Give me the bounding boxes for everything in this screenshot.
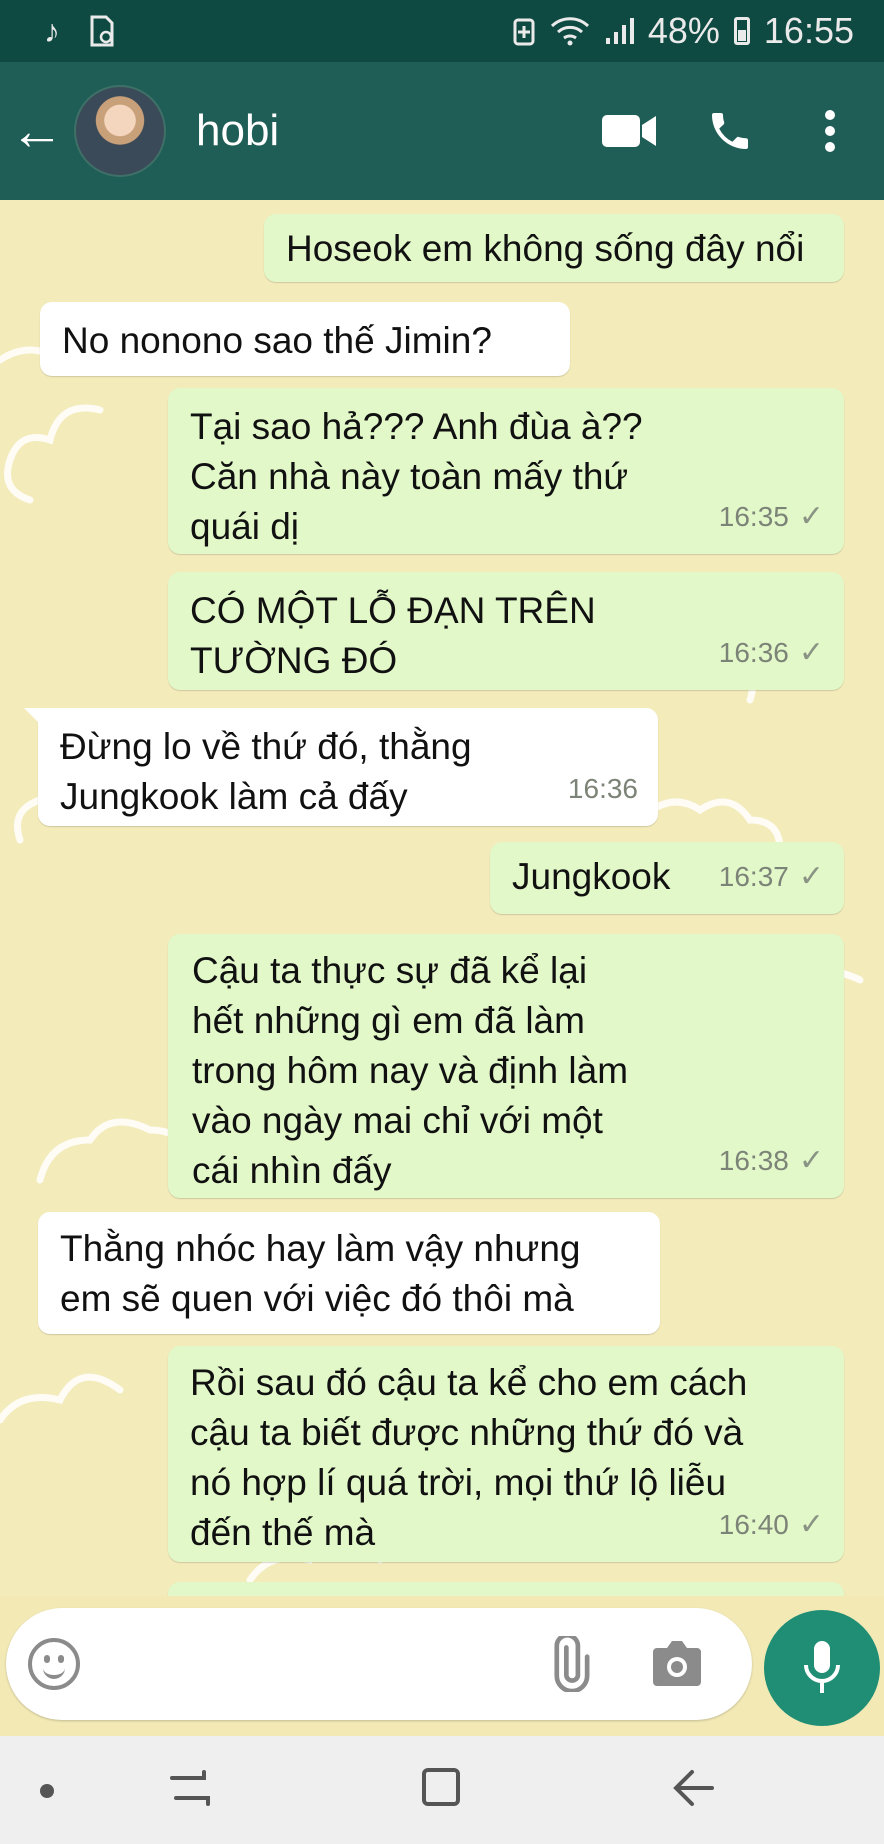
message-meta: 16:36 xyxy=(568,764,638,814)
message-incoming[interactable]: Thằng nhóc hay làm vậy nhưng em sẽ quen … xyxy=(38,1212,660,1334)
wifi-icon xyxy=(550,17,589,46)
music-note-icon: ♪ xyxy=(44,12,60,49)
message-outgoing[interactable]: Jungkook 16:37 ✓ xyxy=(490,842,844,914)
message-time: 16:40 xyxy=(718,1509,789,1540)
more-vert-icon[interactable] xyxy=(800,101,860,161)
message-text: Đừng lo về thứ đó, thằng Jungkook làm cả… xyxy=(60,726,472,817)
sent-check-icon: ✓ xyxy=(798,1508,824,1541)
battery-percent: 48% xyxy=(647,10,720,51)
message-outgoing[interactable]: CÓ MỘT LỖ ĐẠN TRÊN TƯỜNG ĐÓ 16:36 ✓ xyxy=(168,572,844,690)
sent-check-icon: ✓ xyxy=(798,1144,824,1177)
sim-card-icon xyxy=(90,15,114,47)
back-arrow-icon[interactable]: ← xyxy=(10,104,64,158)
message-outgoing-partial[interactable] xyxy=(168,1582,844,1596)
recent-apps-icon[interactable] xyxy=(168,1764,212,1812)
status-time: 16:55 xyxy=(763,10,854,51)
message-text: No nonono sao thế Jimin? xyxy=(62,320,492,361)
message-outgoing[interactable]: Tại sao hả??? Anh đùa à?? Căn nhà này to… xyxy=(168,388,844,554)
status-bar: ♪ 48% 16:55 xyxy=(0,0,884,62)
navigation-bar xyxy=(0,1736,884,1844)
signal-icon xyxy=(605,18,634,44)
message-text: Thằng nhóc hay làm vậy nhưng em sẽ quen … xyxy=(60,1228,581,1319)
message-meta: 16:38 ✓ xyxy=(719,1136,824,1186)
avatar[interactable] xyxy=(74,85,166,177)
message-time: 16:36 xyxy=(718,637,789,668)
battery-icon xyxy=(733,17,750,45)
message-time: 16:36 xyxy=(567,773,638,804)
back-icon[interactable] xyxy=(672,1764,716,1812)
message-time: 16:37 xyxy=(718,861,789,892)
sent-check-icon: ✓ xyxy=(798,500,824,533)
message-outgoing[interactable]: Cậu ta thực sự đã kể lại hết những gì em… xyxy=(168,934,844,1198)
chat-header: ← hobi xyxy=(0,62,884,200)
message-input[interactable] xyxy=(106,1638,510,1692)
video-call-icon[interactable] xyxy=(600,101,660,161)
microphone-icon xyxy=(804,1641,840,1693)
message-meta: 16:40 ✓ xyxy=(719,1500,824,1550)
message-incoming[interactable]: Đừng lo về thứ đó, thằng Jungkook làm cả… xyxy=(24,708,658,826)
attach-clip-icon[interactable] xyxy=(540,1636,596,1692)
camera-icon[interactable] xyxy=(651,1638,703,1688)
message-meta: 16:37 ✓ xyxy=(719,852,824,902)
message-text: Hoseok em không sống đây nổi xyxy=(286,228,805,269)
message-meta: 16:35 ✓ xyxy=(719,492,824,542)
message-outgoing[interactable]: Hoseok em không sống đây nổi xyxy=(264,214,844,282)
sent-check-icon: ✓ xyxy=(798,860,824,893)
home-icon[interactable] xyxy=(420,1764,464,1812)
sent-check-icon: ✓ xyxy=(798,636,824,669)
message-incoming[interactable]: No nonono sao thế Jimin? xyxy=(40,302,570,376)
emoji-icon[interactable] xyxy=(28,1638,80,1690)
message-time: 16:35 xyxy=(718,501,789,532)
message-meta: 16:36 ✓ xyxy=(719,628,824,678)
message-input-bar[interactable] xyxy=(6,1608,752,1720)
phone-call-icon[interactable] xyxy=(700,101,760,161)
chat-area[interactable]: Hoseok em không sống đây nổi No nonono s… xyxy=(0,200,884,1596)
mic-button[interactable] xyxy=(764,1610,880,1726)
message-outgoing[interactable]: Rồi sau đó cậu ta kể cho em cách cậu ta … xyxy=(168,1346,844,1562)
nav-dot-icon[interactable] xyxy=(40,1784,54,1798)
contact-name[interactable]: hobi xyxy=(196,106,600,156)
message-time: 16:38 xyxy=(718,1145,789,1176)
data-saver-icon xyxy=(513,18,535,46)
